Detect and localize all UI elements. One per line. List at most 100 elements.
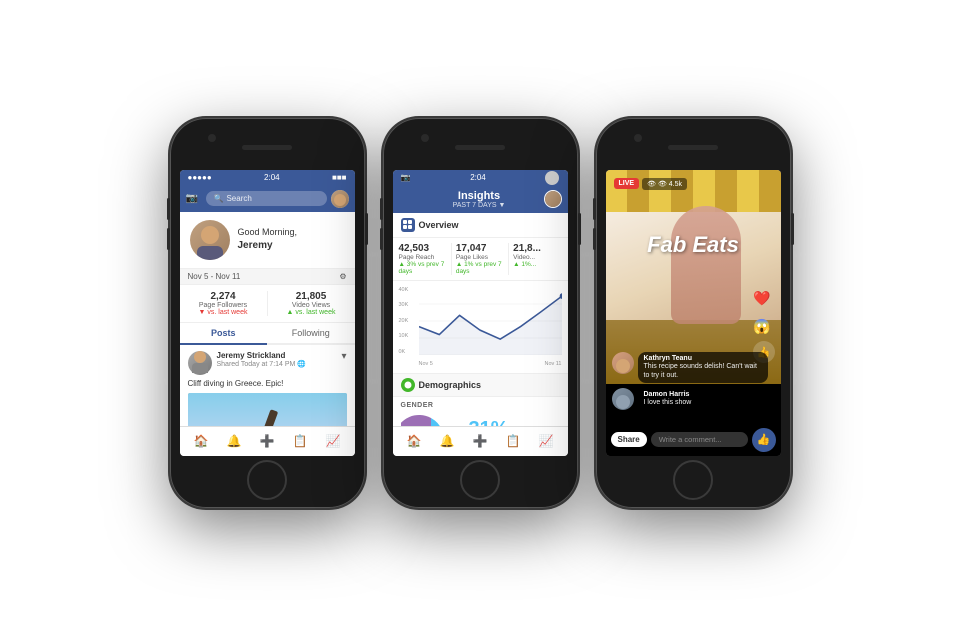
add-nav-icon-2[interactable]: ➕ [473, 434, 488, 448]
phone-1: ●●●●● 2:04 ■■■ 📷 🔍 Search [170, 118, 365, 508]
x-label-nov11: Nov 11 [544, 361, 561, 367]
reaction-heart: ❤️ [753, 290, 770, 307]
power-button-2 [578, 213, 581, 245]
home-nav-icon[interactable]: 🏠 [194, 434, 209, 448]
post-options-icon[interactable]: ▾ [341, 351, 346, 362]
video-views-stat: 21,805 Video Views ▲ vs. last week [276, 291, 347, 316]
tab-posts[interactable]: Posts [180, 323, 268, 345]
line-chart-container: 40K 30K 20K 10K 0K [399, 287, 562, 367]
phone-1-screen: ●●●●● 2:04 ■■■ 📷 🔍 Search [180, 170, 355, 456]
date-range-text: Nov 5 - Nov 11 [188, 272, 241, 281]
live-input-bar: Share Write a comment... 👍 [606, 424, 781, 456]
greeting-text: Good Morning, Jeremy [238, 226, 298, 253]
live-badge: LIVE 👁 👁 4.5k [614, 178, 688, 190]
comment-2: Damon Harris I love this show [612, 388, 775, 410]
phone-2: 📷 2:04 Insights PAST 7 DAYS ▼ [383, 118, 578, 508]
search-placeholder: Search [226, 194, 251, 203]
x-label-nov5: Nov 5 [419, 361, 433, 367]
notifications-nav-icon-2[interactable]: 🔔 [440, 434, 455, 448]
viewers-count: 👁 👁 4.5k [642, 178, 687, 190]
phone-top-3 [596, 118, 791, 170]
metrics-row: 42,503 Page Reach ▲ 3% vs prev 7 days 17… [393, 238, 568, 281]
comment-1-avatar [612, 352, 634, 374]
avatar-icon [545, 171, 559, 185]
phone-3-screen: Fab Eats LIVE 👁 👁 4.5k ❤️ 😱 👍 [606, 170, 781, 456]
content-tabs: Posts Following [180, 323, 355, 345]
volume-up-button [167, 198, 170, 220]
stat-divider [267, 291, 268, 316]
comment-1: Kathryn Teanu This recipe sounds delish!… [612, 352, 775, 383]
camera-icon[interactable]: 📷 [186, 193, 202, 204]
chart-svg-container [419, 287, 562, 355]
insights-nav-icon-2[interactable]: 📈 [539, 434, 554, 448]
phone-3: Fab Eats LIVE 👁 👁 4.5k ❤️ 😱 👍 [596, 118, 791, 508]
volume-up-button-2 [380, 198, 383, 220]
comment-input[interactable]: Write a comment... [651, 432, 748, 447]
comment-1-bubble: Kathryn Teanu This recipe sounds delish!… [638, 352, 768, 383]
pages-nav-icon-2[interactable]: 📋 [506, 434, 521, 448]
demographics-icon [401, 378, 415, 392]
post-header: Jeremy Strickland Shared Today at 7:14 P… [188, 351, 347, 375]
power-button-3 [791, 213, 794, 245]
home-button[interactable] [247, 460, 287, 500]
speaker-2 [455, 145, 505, 150]
speaker-3 [668, 145, 718, 150]
front-camera-2 [421, 134, 429, 142]
person [641, 206, 772, 324]
phones-container: ●●●●● 2:04 ■■■ 📷 🔍 Search [150, 98, 811, 528]
user-avatar-small[interactable] [331, 190, 349, 208]
comment-2-bubble: Damon Harris I love this show [638, 388, 698, 410]
home-nav-icon-2[interactable]: 🏠 [407, 434, 422, 448]
insights-nav-icon[interactable]: 📈 [326, 434, 341, 448]
post-author-info: Jeremy Strickland Shared Today at 7:14 P… [217, 351, 307, 368]
volume-down-button-2 [380, 228, 383, 250]
y-label-20k: 20K [399, 318, 417, 324]
gender-label: GENDER [401, 402, 461, 409]
page-followers-stat: 2,274 Page Followers ▼ vs. last week [188, 291, 259, 316]
page-reach-metric: 42,503 Page Reach ▲ 3% vs prev 7 days [399, 243, 447, 275]
y-label-10k: 10K [399, 333, 417, 339]
share-button[interactable]: Share [611, 432, 647, 447]
insights-status-bar: 📷 2:04 [393, 170, 568, 186]
reaction-shock: 😱 [753, 318, 770, 335]
avatar-small [544, 190, 562, 208]
pages-nav-icon[interactable]: 📋 [293, 434, 308, 448]
post-author-avatar [188, 351, 212, 375]
home-button-3[interactable] [673, 460, 713, 500]
video-metric: 21,8... Video... ▲ 1%... [513, 243, 561, 275]
profile-section: Good Morning, Jeremy [180, 212, 355, 269]
volume-up-button-3 [593, 198, 596, 220]
demographics-header: Demographics [393, 374, 568, 397]
front-camera [208, 134, 216, 142]
demographics-label: Demographics [419, 380, 482, 390]
time-display: 2:04 [470, 173, 486, 182]
live-indicator: LIVE [614, 178, 640, 189]
add-nav-icon[interactable]: ➕ [260, 434, 275, 448]
metric-divider-2 [508, 243, 509, 275]
comments-area: Kathryn Teanu This recipe sounds delish!… [606, 347, 781, 420]
insights-title-area: Insights PAST 7 DAYS ▼ [453, 190, 506, 209]
stats-row: 2,274 Page Followers ▼ vs. last week 21,… [180, 285, 355, 323]
line-chart-area: 40K 30K 20K 10K 0K [393, 281, 568, 374]
home-button-2[interactable] [460, 460, 500, 500]
front-camera-3 [634, 134, 642, 142]
volume-down-button [167, 228, 170, 250]
power-button [365, 213, 368, 245]
line-chart-svg [419, 287, 562, 355]
y-label-40k: 40K [399, 287, 417, 293]
metric-divider-1 [451, 243, 452, 275]
tab-following[interactable]: Following [267, 323, 355, 343]
notifications-nav-icon[interactable]: 🔔 [227, 434, 242, 448]
overview-label: Overview [419, 220, 459, 230]
y-label-0k: 0K [399, 349, 417, 355]
comment-2-avatar [612, 388, 634, 410]
search-bar[interactable]: 🔍 Search [206, 191, 327, 206]
page-likes-metric: 17,047 Page Likes ▲ 1% vs prev 7 days [456, 243, 504, 275]
overview-icon [401, 218, 415, 232]
settings-icon[interactable]: ⚙ [339, 272, 346, 281]
facebook-navbar: 📷 🔍 Search [180, 186, 355, 212]
insights-bottom-nav: 🏠 🔔 ➕ 📋 📈 [393, 426, 568, 456]
post-text: Cliff diving in Greece. Epic! [188, 379, 347, 388]
like-button[interactable]: 👍 [752, 428, 776, 452]
phone-2-screen: 📷 2:04 Insights PAST 7 DAYS ▼ [393, 170, 568, 456]
